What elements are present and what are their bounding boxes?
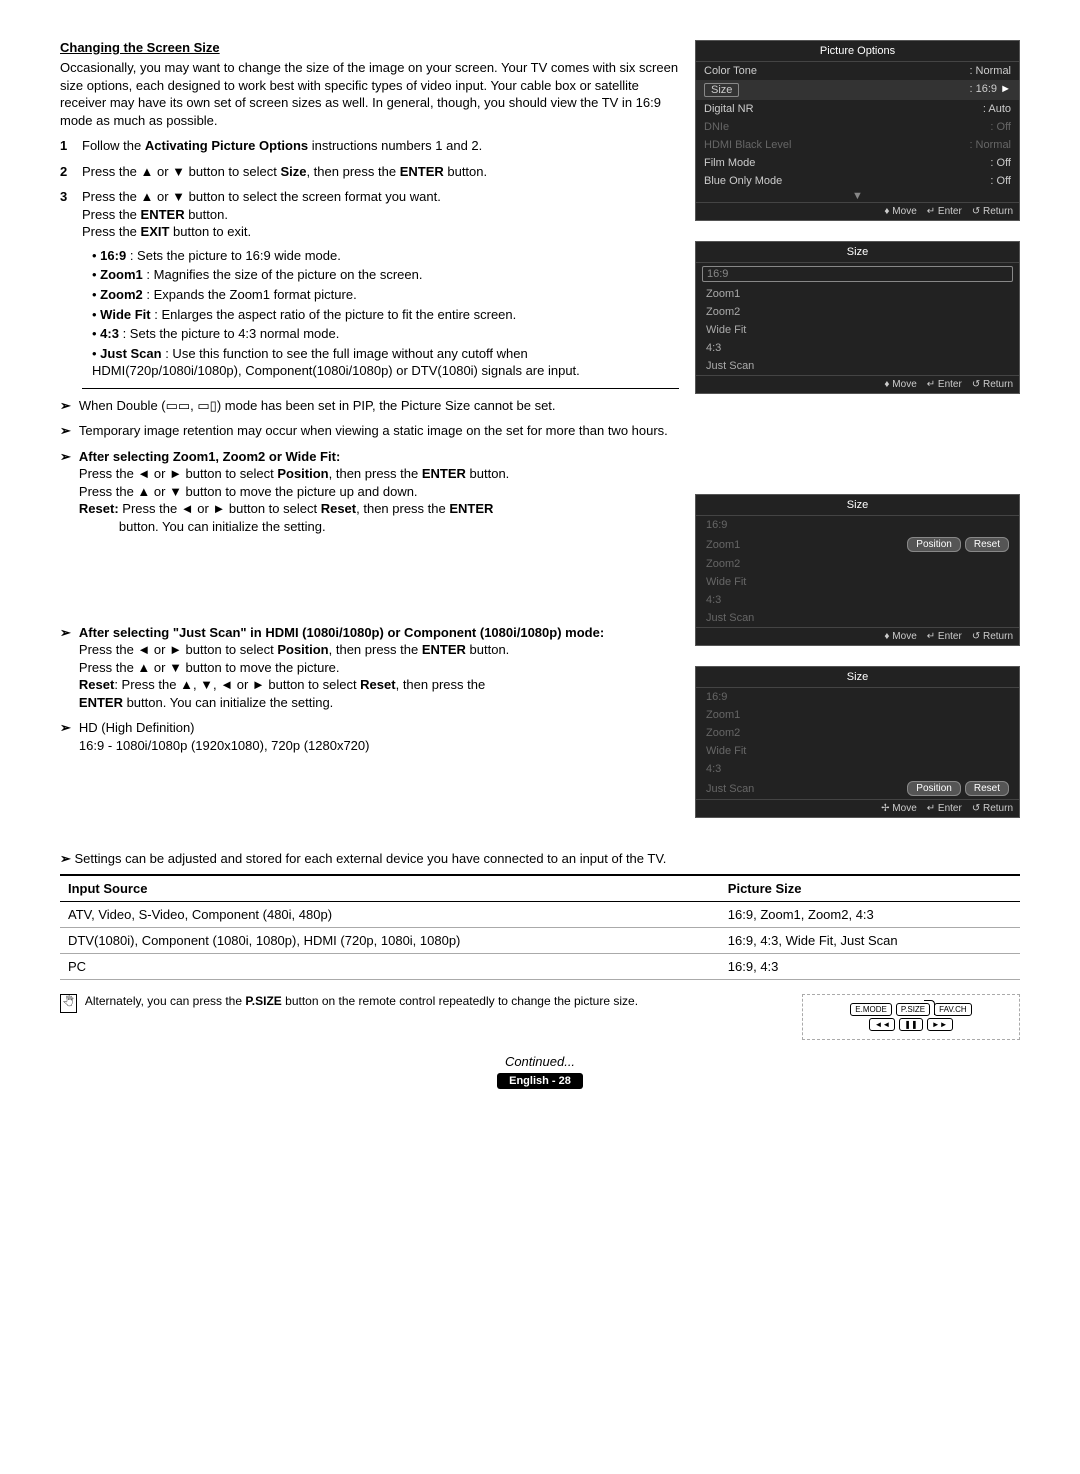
osd-size-justscan: Size 16:9 Zoom1 Zoom2 Wide Fit 4:3 Just … (695, 666, 1020, 818)
remote-forward-button[interactable]: ►► (927, 1018, 953, 1031)
section-heading: Changing the Screen Size (60, 40, 679, 55)
table-row: DTV(1080i), Component (1080i, 1080p), HD… (60, 927, 1020, 953)
note-justscan: After selecting "Just Scan" in HDMI (108… (60, 624, 679, 712)
remote-rewind-button[interactable]: ◄◄ (869, 1018, 895, 1031)
remote-pause-button[interactable]: ❚❚ (899, 1018, 922, 1031)
table-row: PC16:9, 4:3 (60, 953, 1020, 979)
note-zoom: After selecting Zoom1, Zoom2 or Wide Fit… (60, 448, 679, 536)
osd-size-list: Size 16:9 Zoom1 Zoom2 Wide Fit 4:3 Just … (695, 241, 1020, 394)
osd-picture-options: Picture Options Color Tone: Normal Size:… (695, 40, 1020, 221)
step-3: 3 Press the ▲ or ▼ button to select the … (60, 188, 679, 388)
osd-size-row[interactable]: Size: 16:9 ► (696, 80, 1019, 100)
remote-diagram: E.MODE P.SIZE FAV.CH ◄◄ ❚❚ ►► (802, 994, 1020, 1040)
note-pip: When Double (▭▭, ▭▯) mode has been set i… (60, 397, 679, 415)
reset-button[interactable]: Reset (965, 537, 1009, 552)
remote-psize-button[interactable]: P.SIZE (896, 1003, 930, 1016)
intro-text: Occasionally, you may want to change the… (60, 59, 679, 129)
note-retention: Temporary image retention may occur when… (60, 422, 679, 440)
continued-text: Continued... (60, 1054, 1020, 1069)
step-1: 1 Follow the Activating Picture Options … (60, 137, 679, 155)
osd-size-16-9[interactable]: 16:9 (702, 266, 1013, 282)
osd-size-zoom: Size 16:9 Zoom1 PositionReset Zoom2 Wide… (695, 494, 1020, 646)
note-stored: Settings can be adjusted and stored for … (60, 850, 1020, 868)
page-footer: English - 28 (497, 1073, 583, 1089)
input-source-table: Input SourcePicture Size ATV, Video, S-V… (60, 874, 1020, 980)
remote-favch-button[interactable]: FAV.CH (934, 1003, 972, 1016)
note-hd: HD (High Definition) 16:9 - 1080i/1080p … (60, 719, 679, 754)
remote-hint-icon: 🖑 (60, 994, 77, 1013)
size-bullets: 16:9 : Sets the picture to 16:9 wide mod… (82, 247, 679, 389)
position-button[interactable]: Position (907, 781, 961, 796)
reset-button[interactable]: Reset (965, 781, 1009, 796)
table-row: ATV, Video, S-Video, Component (480i, 48… (60, 901, 1020, 927)
arrow-right-icon: ► (1000, 83, 1011, 95)
step-2: 2 Press the ▲ or ▼ button to select Size… (60, 163, 679, 181)
position-button[interactable]: Position (907, 537, 961, 552)
remote-emode-button[interactable]: E.MODE (850, 1003, 892, 1016)
